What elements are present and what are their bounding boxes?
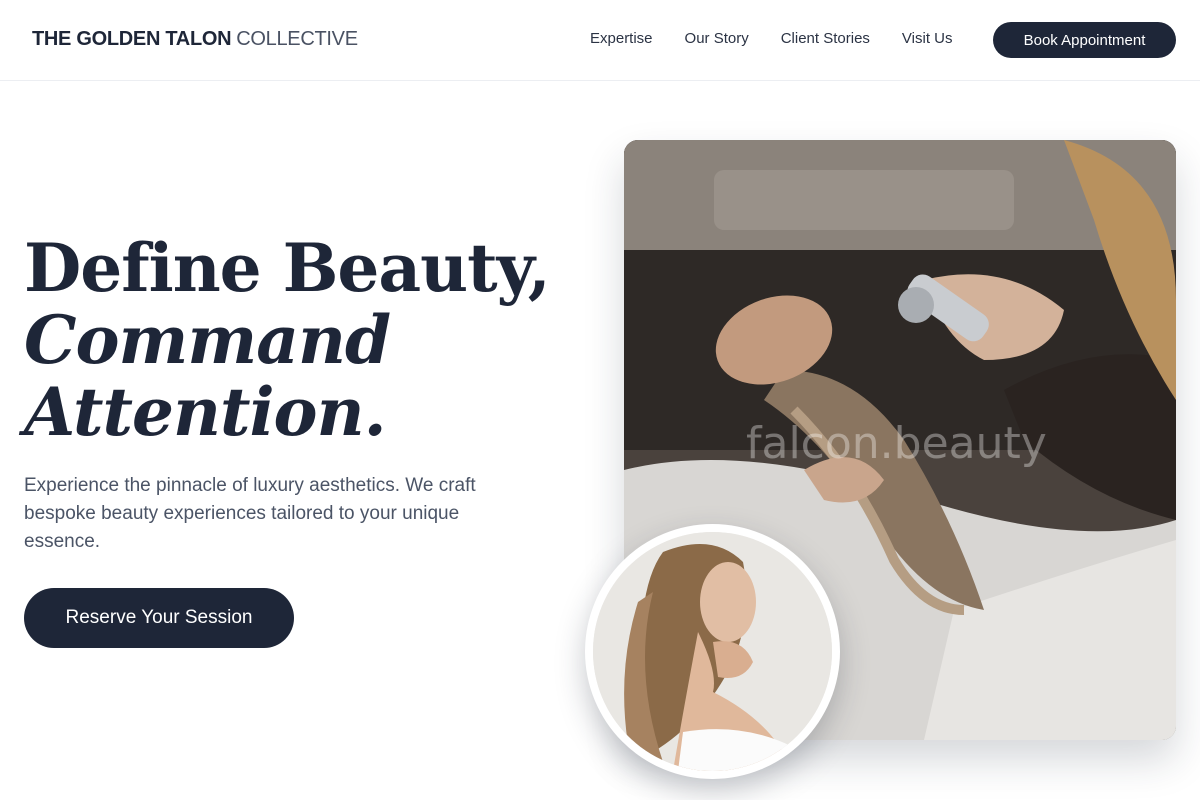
- headline-line-2: Command: [24, 301, 391, 379]
- nav-link-expertise[interactable]: Expertise: [590, 30, 653, 47]
- hero-headline: Define Beauty, Command Attention.: [24, 232, 584, 448]
- hero-lead-text: Experience the pinnacle of luxury aesthe…: [24, 475, 476, 552]
- reserve-session-button[interactable]: Reserve Your Session: [24, 588, 294, 648]
- site-header: THE GOLDEN TALON COLLECTIVE Expertise Our…: [0, 0, 1200, 81]
- nav-link-visit-us[interactable]: Visit Us: [902, 30, 953, 47]
- book-appointment-button[interactable]: Book Appointment: [993, 22, 1176, 58]
- headline-line-3: Attention.: [24, 373, 387, 451]
- photo-watermark: falcon.beauty: [746, 418, 1047, 469]
- portrait-illustration: [593, 532, 832, 771]
- nav-link-our-story[interactable]: Our Story: [685, 30, 749, 47]
- logo-light-text: COLLECTIVE: [236, 28, 358, 50]
- nav-link-client-stories[interactable]: Client Stories: [781, 30, 870, 47]
- portrait-frame: [585, 524, 840, 779]
- main-nav: Expertise Our Story Client Stories Visit…: [590, 30, 953, 47]
- logo-strong-text: THE GOLDEN TALON: [32, 28, 232, 50]
- woman-portrait-photo: [593, 532, 832, 771]
- brand-logo[interactable]: THE GOLDEN TALON COLLECTIVE: [32, 28, 358, 51]
- headline-line-1: Define Beauty,: [24, 229, 551, 307]
